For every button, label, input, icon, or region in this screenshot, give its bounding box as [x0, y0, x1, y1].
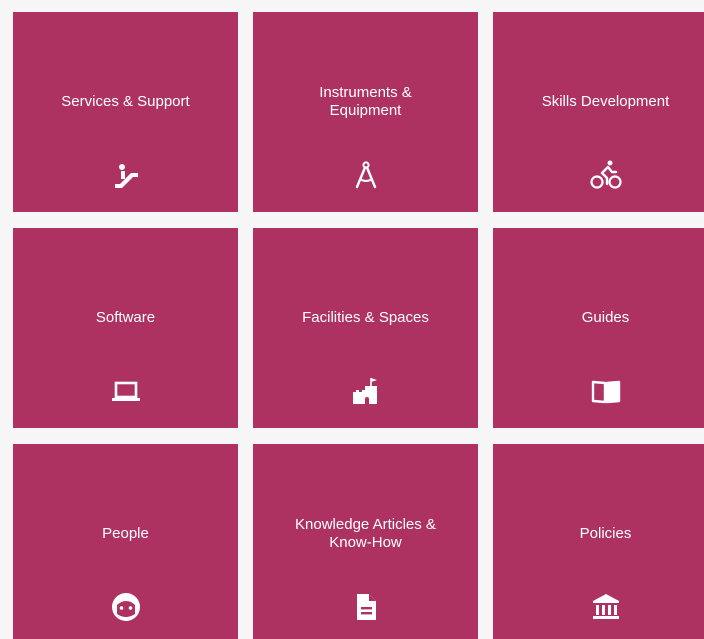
- category-tile-grid: Services & Support Instruments & Equipme…: [0, 0, 704, 639]
- laptop-icon: [109, 374, 143, 408]
- tile-policies[interactable]: Policies: [493, 444, 704, 639]
- tile-knowledge-articles[interactable]: Knowledge Articles & Know-How: [253, 444, 478, 639]
- face-icon: [109, 590, 143, 624]
- institution-icon: [589, 590, 623, 624]
- tile-skills-development[interactable]: Skills Development: [493, 12, 704, 212]
- castle-icon: [349, 374, 383, 408]
- escalator-icon: [109, 158, 143, 192]
- open-book-icon: [589, 374, 623, 408]
- compass-icon: [349, 158, 383, 192]
- tile-people[interactable]: People: [13, 444, 238, 639]
- document-icon: [349, 590, 383, 624]
- tile-instruments-equipment[interactable]: Instruments & Equipment: [253, 12, 478, 212]
- cyclist-icon: [589, 158, 623, 192]
- tile-facilities-spaces[interactable]: Facilities & Spaces: [253, 228, 478, 428]
- tile-services-support[interactable]: Services & Support: [13, 12, 238, 212]
- tile-software[interactable]: Software: [13, 228, 238, 428]
- tile-guides[interactable]: Guides: [493, 228, 704, 428]
